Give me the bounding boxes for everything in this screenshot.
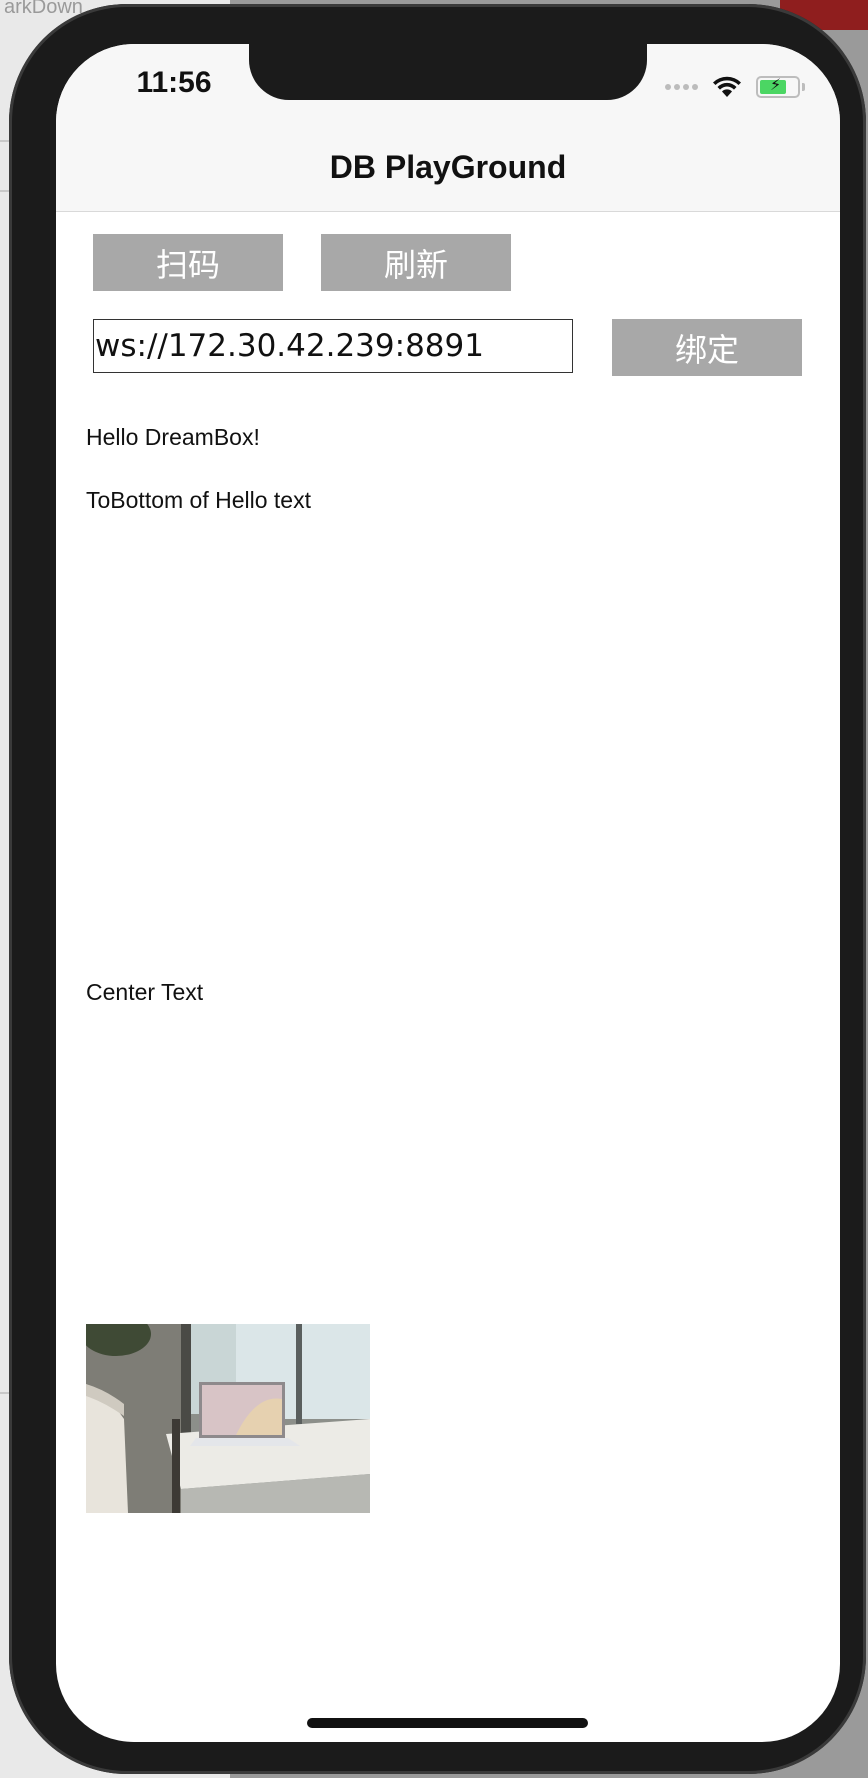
photo-laptop-icon bbox=[86, 1324, 370, 1513]
desktop-window-title: arkDown bbox=[4, 0, 83, 18]
page-title: DB PlayGround bbox=[329, 149, 567, 185]
bind-button[interactable]: 绑定 bbox=[612, 319, 802, 376]
charging-bolt-icon: ⚡ bbox=[770, 77, 782, 94]
status-time: 11:56 bbox=[136, 66, 212, 99]
device-notch bbox=[249, 44, 647, 100]
websocket-url-input[interactable] bbox=[93, 319, 573, 373]
status-icons: ⚡ bbox=[665, 74, 805, 100]
iphone-simulator-frame: DB PlayGround 11:56 ⚡ 扫码 刷新 绑定 Hello Dre… bbox=[9, 4, 866, 1774]
cellular-signal-icon bbox=[665, 84, 698, 90]
home-indicator[interactable] bbox=[307, 1718, 588, 1728]
to-bottom-text: ToBottom of Hello text bbox=[86, 487, 311, 513]
wifi-icon bbox=[713, 76, 741, 97]
refresh-button[interactable]: 刷新 bbox=[321, 234, 511, 291]
scan-button[interactable]: 扫码 bbox=[93, 234, 283, 291]
hello-text: Hello DreamBox! bbox=[86, 424, 260, 450]
app-screen: DB PlayGround 11:56 ⚡ 扫码 刷新 绑定 Hello Dre… bbox=[56, 44, 840, 1742]
laptop-photo bbox=[86, 1324, 370, 1513]
center-text: Center Text bbox=[86, 979, 204, 1005]
battery-icon: ⚡ bbox=[756, 76, 805, 98]
